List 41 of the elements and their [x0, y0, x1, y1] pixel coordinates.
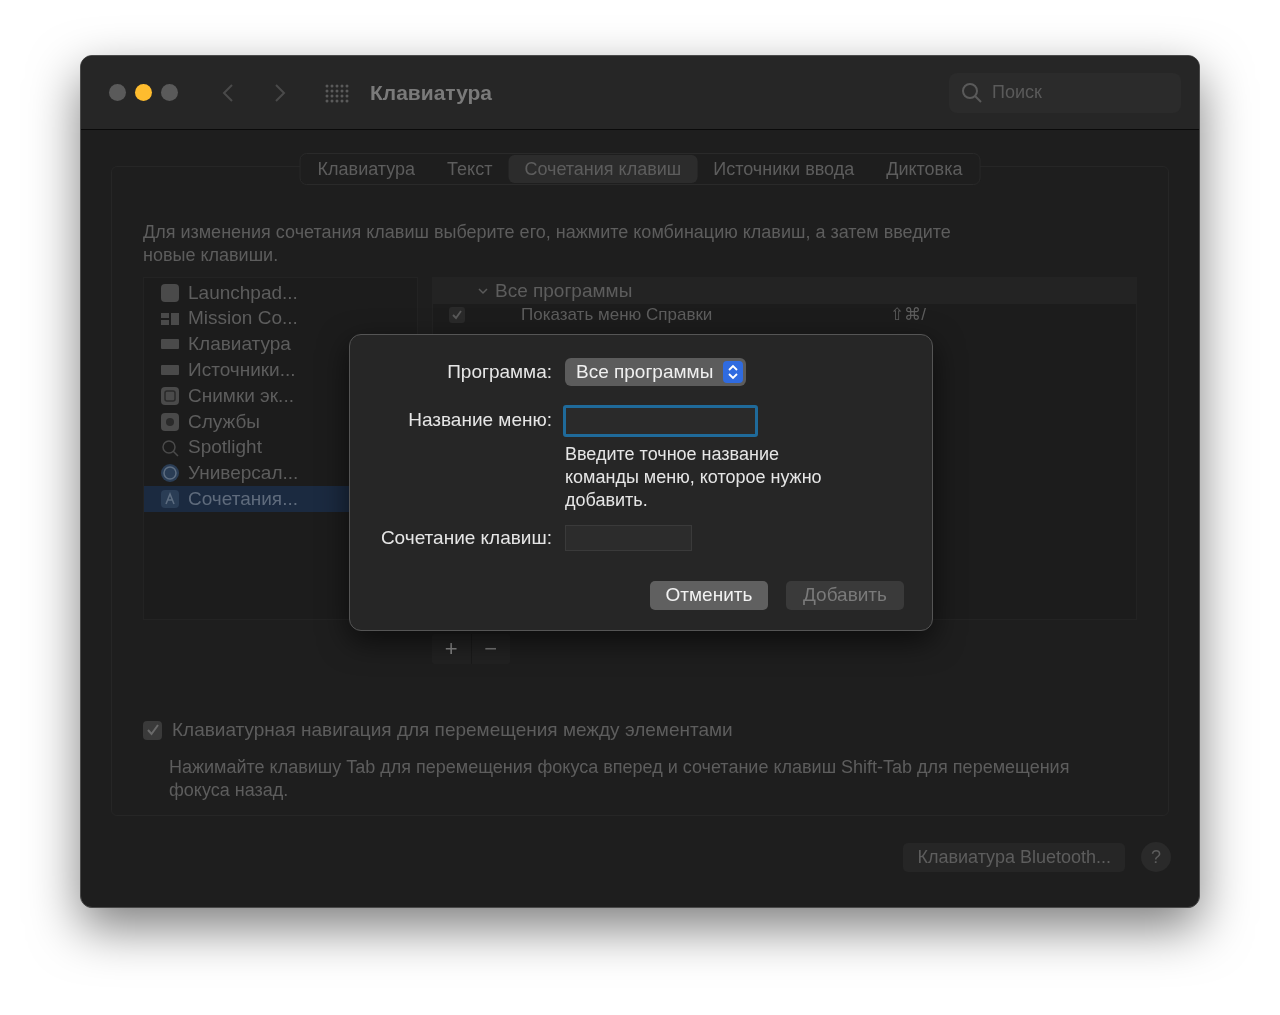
tab[interactable]: Диктовка: [870, 155, 979, 183]
zoom-button[interactable]: [161, 84, 178, 101]
close-button[interactable]: [109, 84, 126, 101]
category-item[interactable]: Источники...: [144, 357, 417, 384]
menu-name-label: Название меню:: [407, 408, 552, 433]
shortcut-row[interactable]: Показать меню Справки ⇧⌘/: [433, 304, 1136, 326]
forward-icon[interactable]: [274, 82, 286, 103]
tab[interactable]: Клавиатура: [301, 155, 432, 183]
program-label: Программа:: [446, 360, 552, 384]
add-button[interactable]: +: [432, 634, 471, 664]
back-icon[interactable]: [222, 82, 234, 103]
shortcut-label: Сочетание клавиш:: [379, 525, 552, 550]
group-row[interactable]: Все программы: [433, 278, 1136, 304]
category-item[interactable]: Универсал...: [144, 460, 417, 487]
app-icon: [160, 489, 180, 510]
description-text: Нажимайте клавишу Tab для перемещения фокуса вперед и сочетание клавиш Shift-Tab для перемещения фокуса назад.: [169, 755, 1071, 802]
tab[interactable]: Текст: [431, 155, 509, 183]
tab[interactable]: Источники ввода: [697, 155, 871, 183]
menu-name-hint: Введите точное название команды меню, которое нужно добавить.: [565, 442, 823, 512]
category-item[interactable]: Клавиатура: [144, 331, 417, 358]
category-item[interactable]: Launchpad...: [144, 280, 417, 306]
category-item[interactable]: Spotlight: [144, 434, 417, 461]
screenshot-icon: [160, 386, 180, 407]
window-title: Клавиатура: [370, 79, 493, 106]
instructions-text: Для изменения сочетания клавиш выберите его, нажмите комбинацию клавиш, а затем введите новые клавиши.: [143, 221, 952, 267]
help-button[interactable]: ?: [1141, 842, 1171, 872]
menu-name-field[interactable]: [563, 404, 758, 437]
minimize-button[interactable]: [135, 84, 152, 101]
check-icon: [146, 724, 159, 737]
stepper-icon: [723, 361, 744, 384]
magnifier-icon: [160, 437, 180, 458]
category-item[interactable]: Снимки эк...: [144, 383, 417, 409]
check-icon: [452, 310, 462, 320]
checkbox[interactable]: [449, 307, 465, 323]
checkbox-label: Клавиатурная навигация для перемещения между элементами: [172, 718, 733, 742]
cancel-button[interactable]: Отменить: [650, 581, 768, 610]
checkbox[interactable]: [143, 720, 162, 740]
accessibility-icon: [160, 463, 180, 484]
search-icon: [961, 81, 983, 104]
program-select[interactable]: Все программы: [565, 358, 747, 387]
category-item[interactable]: Mission Co...: [144, 305, 417, 332]
